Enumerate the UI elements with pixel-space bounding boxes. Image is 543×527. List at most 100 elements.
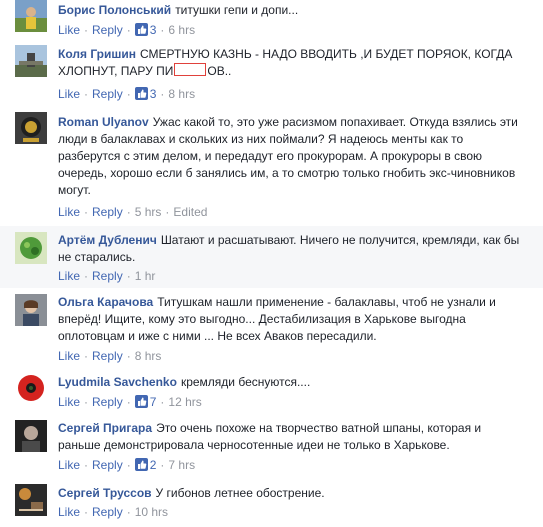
reply-button[interactable]: Reply <box>92 505 123 519</box>
comment-actions: Like · Reply · 3 · 6 hrs <box>58 22 195 38</box>
reply-button[interactable]: Reply <box>92 349 123 363</box>
edited-label[interactable]: Edited <box>173 205 207 219</box>
comment-body: Lyudmila Savchenko кремляди беснуются.... <box>58 374 523 391</box>
avatar[interactable] <box>15 294 47 326</box>
comment-actions: Like · Reply · 3 · 8 hrs <box>58 86 195 102</box>
comment-actions: Like · Reply · 7 · 12 hrs <box>58 394 202 410</box>
avatar[interactable] <box>15 45 47 77</box>
like-count[interactable]: 7 <box>134 395 156 409</box>
separator: · <box>84 349 89 363</box>
separator: · <box>160 87 165 101</box>
timestamp[interactable]: 7 hrs <box>168 458 195 472</box>
separator: · <box>84 505 89 519</box>
comment-item: Борис Полонський титушки гепи и допи... L… <box>0 0 543 40</box>
avatar[interactable] <box>15 420 47 452</box>
timestamp[interactable]: 12 hrs <box>168 395 201 409</box>
reply-button[interactable]: Reply <box>92 87 123 101</box>
like-count[interactable]: 3 <box>134 87 156 101</box>
comment-item: Сергей Пригара Это очень похоже на творче… <box>0 414 543 478</box>
redaction-box <box>174 63 207 76</box>
separator: · <box>126 505 131 519</box>
avatar[interactable] <box>15 232 47 264</box>
separator: · <box>126 269 131 283</box>
thumbs-up-icon <box>134 395 148 408</box>
like-button[interactable]: Like <box>58 505 80 519</box>
separator: · <box>160 23 165 37</box>
comment-body: Коля Гришин СМЕРТНУЮ КАЗНЬ - НАДО ВВОДИТЬ… <box>58 46 523 80</box>
separator: · <box>126 23 131 37</box>
reply-button[interactable]: Reply <box>92 269 123 283</box>
comment-body: Артём Дубленич Шатают и расшатывают. Ниче… <box>58 232 523 266</box>
comment-item: Коля Гришин СМЕРТНУЮ КАЗНЬ - НАДО ВВОДИТЬ… <box>0 40 543 108</box>
timestamp[interactable]: 8 hrs <box>135 349 162 363</box>
timestamp[interactable]: 5 hrs <box>135 205 162 219</box>
comment-text: кремляди беснуются.... <box>180 375 311 389</box>
separator: · <box>126 458 131 472</box>
like-button[interactable]: Like <box>58 87 80 101</box>
separator: · <box>160 458 165 472</box>
comments-list: Борис Полонський титушки гепи и допи... L… <box>0 0 543 527</box>
like-count[interactable]: 2 <box>134 458 156 472</box>
like-button[interactable]: Like <box>58 458 80 472</box>
thumbs-up-icon <box>134 23 148 36</box>
avatar[interactable] <box>15 372 47 404</box>
timestamp[interactable]: 10 hrs <box>135 505 168 519</box>
separator: · <box>126 395 131 409</box>
comment-body: Борис Полонський титушки гепи и допи... <box>58 2 523 19</box>
like-button[interactable]: Like <box>58 269 80 283</box>
like-count[interactable]: 3 <box>134 23 156 37</box>
comment-author[interactable]: Коля Гришин <box>58 47 136 61</box>
separator: · <box>84 205 89 219</box>
comment-body: Сергей Пригара Это очень похоже на творче… <box>58 420 523 454</box>
timestamp[interactable]: 6 hrs <box>168 23 195 37</box>
separator: · <box>84 458 89 472</box>
like-button[interactable]: Like <box>58 349 80 363</box>
reply-button[interactable]: Reply <box>92 458 123 472</box>
thumbs-up-icon <box>134 458 148 471</box>
reply-button[interactable]: Reply <box>92 205 123 219</box>
comment-item: Roman Ulyanov Ужас какой то, это уже раси… <box>0 108 543 226</box>
comment-author[interactable]: Сергей Труссов <box>58 486 152 500</box>
comment-item: Артём Дубленич Шатают и расшатывают. Ниче… <box>0 226 543 288</box>
like-button[interactable]: Like <box>58 23 80 37</box>
avatar[interactable] <box>15 112 47 144</box>
comment-author[interactable]: Артём Дубленич <box>58 233 157 247</box>
comment-actions: Like · Reply · 1 hr <box>58 268 155 284</box>
comment-author[interactable]: Lyudmila Savchenko <box>58 375 177 389</box>
comment-text: титушки гепи и допи... <box>175 3 299 17</box>
separator: · <box>126 205 131 219</box>
separator: · <box>84 395 89 409</box>
comment-author[interactable]: Сергей Пригара <box>58 421 152 435</box>
comment-author[interactable]: Roman Ulyanov <box>58 115 149 129</box>
comment-item: Сергей Труссов У гибонов летнее обострени… <box>0 478 543 527</box>
comment-actions: Like · Reply · 10 hrs <box>58 504 168 520</box>
separator: · <box>126 349 131 363</box>
like-button[interactable]: Like <box>58 205 80 219</box>
comment-body: Сергей Труссов У гибонов летнее обострени… <box>58 485 523 502</box>
separator: · <box>126 87 131 101</box>
like-button[interactable]: Like <box>58 395 80 409</box>
separator: · <box>84 87 89 101</box>
separator: · <box>160 395 165 409</box>
timestamp[interactable]: 1 hr <box>135 269 156 283</box>
comment-item: Ольга Карачова Титушкам нашли применение … <box>0 288 543 366</box>
timestamp[interactable]: 8 hrs <box>168 87 195 101</box>
thumbs-up-icon <box>134 87 148 100</box>
comment-actions: Like · Reply · 8 hrs <box>58 348 161 364</box>
separator: · <box>84 269 89 283</box>
comment-author[interactable]: Борис Полонський <box>58 3 171 17</box>
comment-text: У гибонов летнее обострение. <box>155 486 325 500</box>
reply-button[interactable]: Reply <box>92 23 123 37</box>
comment-text-end: ОВ.. <box>207 64 232 78</box>
comment-author[interactable]: Ольга Карачова <box>58 295 153 309</box>
reply-button[interactable]: Reply <box>92 395 123 409</box>
comment-actions: Like · Reply · 5 hrs · Edited <box>58 204 207 220</box>
comment-body: Roman Ulyanov Ужас какой то, это уже раси… <box>58 114 523 199</box>
separator: · <box>165 205 170 219</box>
avatar[interactable] <box>15 484 47 516</box>
comment-body: Ольга Карачова Титушкам нашли применение … <box>58 294 523 345</box>
avatar[interactable] <box>15 0 47 32</box>
separator: · <box>84 23 89 37</box>
comment-actions: Like · Reply · 2 · 7 hrs <box>58 457 195 473</box>
comment-item: Lyudmila Savchenko кремляди беснуются....… <box>0 366 543 414</box>
